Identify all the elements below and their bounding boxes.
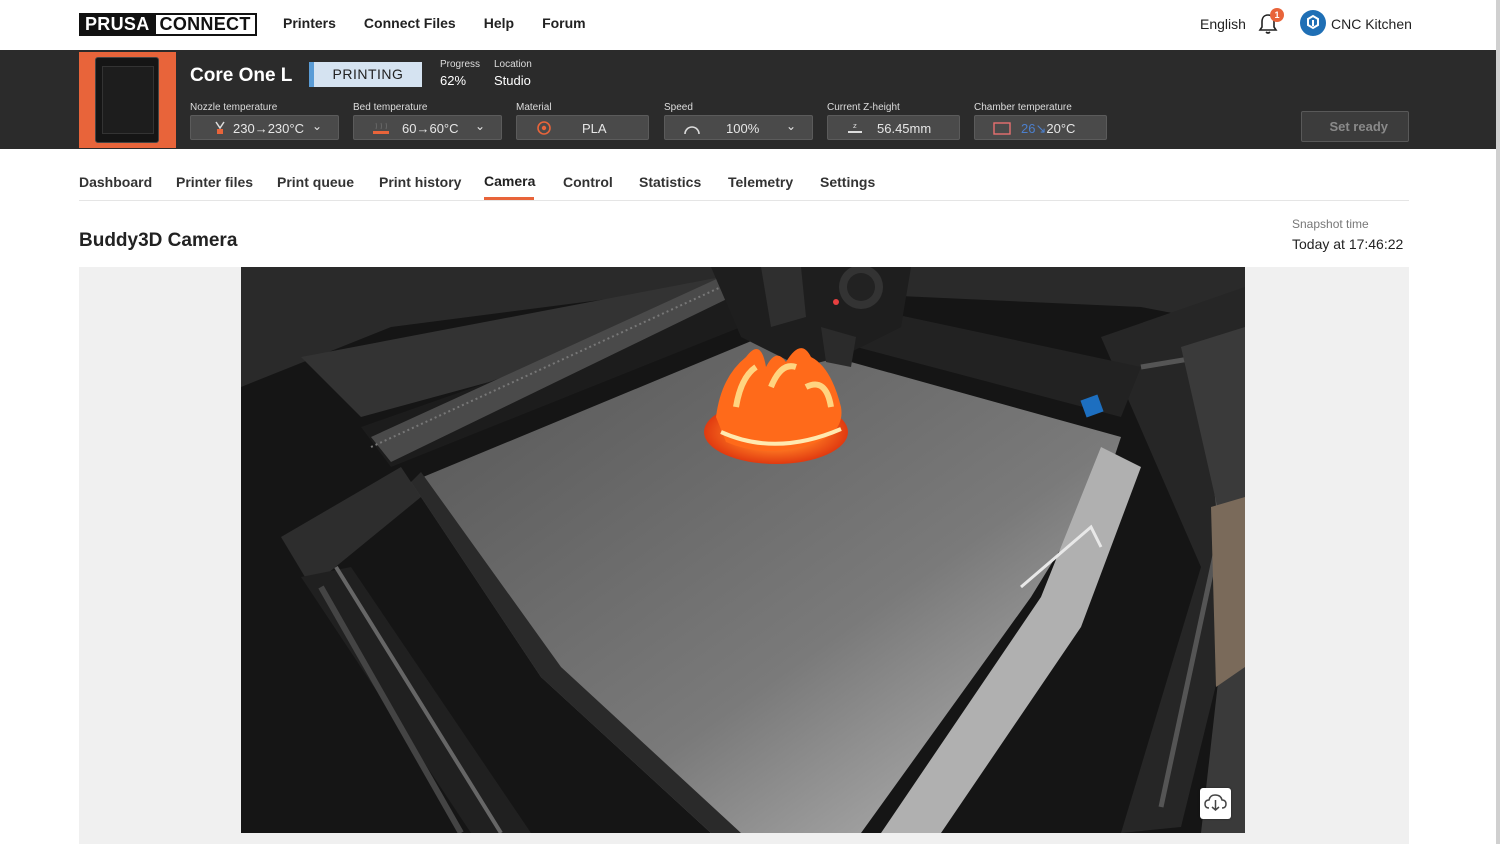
progress-value: 62% (440, 73, 467, 88)
speed-label: Speed (664, 102, 693, 113)
progress-label: Progress (440, 59, 481, 70)
z-height-label: Current Z-height (827, 102, 900, 113)
cloud-download-icon (1204, 794, 1227, 811)
snapshot-time-label: Snapshot time (1292, 217, 1369, 231)
chevron-down-icon: ⌄ (474, 119, 485, 133)
nozzle-temperature-dropdown[interactable]: 230→230°C ⌄ (190, 115, 339, 140)
tab-statistics[interactable]: Statistics (639, 174, 701, 190)
download-snapshot-button[interactable] (1200, 788, 1231, 819)
printer-state-badge: PRINTING (309, 62, 422, 87)
language-selector[interactable]: English (1200, 16, 1246, 32)
set-ready-button[interactable]: Set ready (1301, 111, 1409, 142)
logo-text-connect: CONNECT (153, 15, 255, 34)
z-height-value: 56.45mm (877, 121, 932, 136)
chamber-target-value: 26 (1021, 121, 1036, 136)
nozzle-temperature-value: 230→230°C (233, 121, 304, 136)
chamber-temperature-readout: 26↘20°C (1021, 121, 1075, 137)
user-avatar[interactable] (1300, 10, 1326, 36)
z-height-control: Current Z-height z 56.45mm (827, 102, 960, 140)
camera-title: Buddy3D Camera (79, 230, 238, 251)
logo-text-prusa: PRUSA (81, 15, 154, 34)
arrow-icon: ↘ (1035, 121, 1047, 136)
chamber-temperature-label: Chamber temperature (974, 102, 1072, 113)
tab-printer-files[interactable]: Printer files (176, 174, 253, 190)
svg-text:z: z (853, 122, 857, 130)
tab-control[interactable]: Control (563, 174, 613, 190)
chevron-down-icon: ⌄ (785, 119, 796, 133)
speedometer-icon (684, 126, 700, 135)
page-scrollbar[interactable] (1496, 0, 1500, 844)
location-label: Location (494, 59, 532, 70)
prusa-connect-logo[interactable]: PRUSA CONNECT (79, 13, 257, 36)
chamber-icon (993, 122, 1011, 135)
printer-tabs: Dashboard Printer files Print queue Prin… (79, 172, 1409, 201)
nav-link-connect-files[interactable]: Connect Files (364, 15, 456, 31)
speed-value: 100% (726, 121, 760, 136)
top-navigation: PRUSA CONNECT Printers Connect Files Hel… (0, 0, 1500, 50)
tab-settings[interactable]: Settings (820, 174, 875, 190)
nozzle-icon (215, 121, 225, 134)
main-nav-links: Printers Connect Files Help Forum (283, 15, 586, 31)
speed-control: Speed 100% ⌄ (664, 102, 813, 140)
tab-dashboard[interactable]: Dashboard (79, 174, 152, 190)
nav-link-printers[interactable]: Printers (283, 15, 336, 31)
active-tab-indicator (484, 197, 534, 200)
material-value: PLA (582, 121, 607, 136)
tab-print-queue[interactable]: Print queue (277, 174, 354, 190)
camera-snapshot-image[interactable] (241, 267, 1245, 833)
nozzle-temperature-label: Nozzle temperature (190, 102, 278, 113)
nav-link-help[interactable]: Help (484, 15, 514, 31)
bed-temperature-value: 60→60°C (402, 121, 459, 136)
material-button[interactable]: PLA (516, 115, 649, 140)
camera-snapshot-drawing (241, 267, 1245, 833)
chamber-temperature-display: 26↘20°C (974, 115, 1107, 140)
printer-name: Core One L (190, 65, 293, 86)
user-name[interactable]: CNC Kitchen (1331, 16, 1412, 32)
nozzle-temperature-control: Nozzle temperature 230→230°C ⌄ (190, 102, 339, 140)
material-control: Material PLA (516, 102, 649, 140)
material-label: Material (516, 102, 552, 113)
printer-header: Core One L PRINTING Progress 62% Locatio… (0, 50, 1496, 149)
z-axis-icon: z (848, 122, 862, 133)
location-value: Studio (494, 73, 531, 88)
heatbed-icon (373, 122, 389, 134)
z-height-display: z 56.45mm (827, 115, 960, 140)
chamber-temperature-control: Chamber temperature 26↘20°C (974, 102, 1107, 140)
tab-print-history[interactable]: Print history (379, 174, 461, 190)
notification-count-badge: 1 (1270, 8, 1284, 22)
chevron-down-icon: ⌄ (311, 119, 322, 133)
chamber-current-value: 20°C (1046, 121, 1076, 136)
snapshot-time-value: Today at 17:46:22 (1292, 236, 1404, 252)
bed-temperature-label: Bed temperature (353, 102, 428, 113)
bed-temperature-control: Bed temperature 60→60°C ⌄ (353, 102, 502, 140)
tab-camera[interactable]: Camera (484, 173, 535, 189)
filament-spool-icon (537, 121, 551, 135)
user-logo-icon (1307, 14, 1319, 30)
nav-link-forum[interactable]: Forum (542, 15, 586, 31)
tab-telemetry[interactable]: Telemetry (728, 174, 793, 190)
progress-info: Progress 62% (440, 59, 480, 88)
location-info: Location Studio (494, 59, 532, 88)
bed-temperature-dropdown[interactable]: 60→60°C ⌄ (353, 115, 502, 140)
speed-dropdown[interactable]: 100% ⌄ (664, 115, 813, 140)
set-ready-label: Set ready (1329, 119, 1388, 134)
printer-thumbnail (79, 52, 176, 148)
